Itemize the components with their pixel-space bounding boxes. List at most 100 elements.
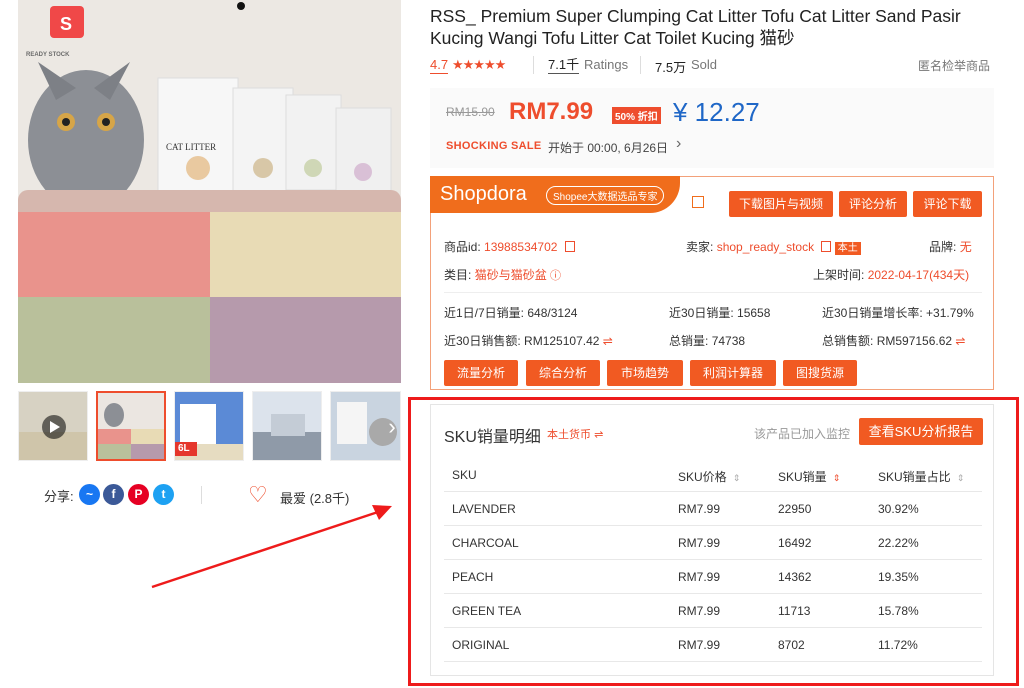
brand-label: 品牌:: [929, 240, 957, 254]
sale-price: RM7.99: [509, 98, 594, 125]
thumbnail-next-icon[interactable]: ›: [384, 412, 400, 442]
stat-30-day-growth: 近30日销量增长率: +31.79%: [822, 304, 974, 321]
stat-total-sales: 总销量: 74738: [669, 332, 745, 349]
currency-toggle[interactable]: 本土货币 ⇌: [547, 426, 603, 442]
copy-icon[interactable]: [564, 241, 575, 252]
thumbnail-2[interactable]: 6L: [174, 391, 244, 461]
table-divider: [444, 627, 982, 628]
facebook-icon[interactable]: f: [103, 484, 124, 505]
discount-badge: 50% 折扣: [612, 107, 661, 124]
sku-name: GREEN TEA: [452, 604, 522, 618]
chevron-right-icon[interactable]: ›: [676, 135, 681, 153]
category-row: 类目: 猫砂与猫砂盆 ⓘ: [444, 266, 561, 283]
sku-name: CHARCOAL: [452, 536, 519, 550]
sale-start-time: 开始于 00:00, 6月26日: [548, 141, 669, 155]
col-header-price[interactable]: SKU价格 ⇕: [678, 468, 740, 485]
review-download-button[interactable]: 评论下载: [913, 191, 982, 217]
profit-calculator-button[interactable]: 利润计算器: [690, 360, 776, 386]
col-header-share[interactable]: SKU销量占比 ⇕: [878, 468, 964, 485]
sku-price: RM7.99: [678, 502, 721, 516]
thumbnail-3[interactable]: [252, 391, 322, 461]
sku-price: RM7.99: [678, 638, 721, 652]
copy-icon[interactable]: [821, 241, 832, 252]
thumbnail-tag: 6L: [178, 443, 190, 454]
stat-value: +31.79%: [926, 306, 974, 320]
item-id-row: 商品id: 13988534702: [444, 238, 575, 255]
sku-sales: 11713: [778, 604, 811, 618]
listed-value: 2022-04-17(434天): [867, 268, 970, 282]
brand-value: 无: [959, 240, 972, 254]
stat-value: RM125107.42: [524, 334, 600, 348]
sku-share: 15.78%: [878, 604, 919, 618]
sku-share: 30.92%: [878, 502, 919, 516]
sku-name: LAVENDER: [452, 502, 516, 516]
stat-1-7-day-sales: 近1日/7日销量: 648/3124: [444, 304, 577, 321]
pinterest-icon[interactable]: P: [128, 484, 149, 505]
table-divider: [444, 559, 982, 560]
col-header-sku: SKU: [452, 468, 477, 482]
stat-30-day-revenue: 近30日销售额: RM125107.42 ⇌: [444, 332, 613, 349]
stat-value: 648/3124: [527, 306, 578, 320]
shopdora-tagline: Shopee大数据选品专家: [546, 186, 665, 205]
sku-price: RM7.99: [678, 536, 721, 550]
category-value[interactable]: 猫砂与猫砂盆: [475, 268, 547, 282]
favorite-count[interactable]: 最爱 (2.8千): [280, 488, 349, 507]
heart-icon[interactable]: ♡: [248, 484, 268, 506]
external-link-icon[interactable]: [692, 196, 704, 208]
review-analysis-button[interactable]: 评论分析: [839, 191, 907, 217]
sort-icon: ⇕: [832, 473, 841, 483]
stat-label: 近30日销售额:: [444, 334, 521, 348]
main-product-image[interactable]: CAT LITTER S READY STOCK: [18, 0, 401, 383]
ratings-label: Ratings: [584, 57, 629, 72]
rating-value[interactable]: 4.7: [430, 57, 449, 74]
cat-litter-photo: CAT LITTER S READY STOCK: [18, 0, 401, 383]
swap-icon[interactable]: ⇌: [603, 334, 613, 348]
thumbnail-1[interactable]: [96, 391, 166, 461]
download-media-button[interactable]: 下载图片与视频: [729, 191, 833, 217]
sku-sales: 16492: [778, 536, 812, 550]
twitter-icon[interactable]: t: [153, 484, 174, 505]
sku-share: 19.35%: [878, 570, 919, 584]
item-id-label: 商品id:: [444, 240, 481, 254]
stat-value: 74738: [711, 334, 746, 348]
info-icon[interactable]: ⓘ: [550, 270, 561, 282]
stat-30-day-sales: 近30日销量: 15658: [669, 304, 770, 321]
overall-analysis-button[interactable]: 综合分析: [526, 360, 600, 386]
traffic-analysis-button[interactable]: 流量分析: [444, 360, 518, 386]
swap-icon[interactable]: ⇌: [955, 334, 965, 348]
product-title: RSS_ Premium Super Clumping Cat Litter T…: [430, 6, 961, 48]
sku-share: 22.22%: [878, 536, 919, 550]
ratings-count[interactable]: 7.1千: [548, 57, 580, 74]
col-header-sales[interactable]: SKU销量 ⇕: [778, 468, 840, 485]
sku-share: 11.72%: [878, 638, 918, 652]
sku-sales: 8702: [778, 638, 805, 652]
shocking-sale-label: SHOCKING SALE: [446, 140, 542, 152]
listed-row: 上架时间: 2022-04-17(434天): [813, 266, 969, 283]
original-price: RM15.90: [446, 105, 495, 119]
thumbnail-video[interactable]: [18, 391, 88, 461]
report-product-link[interactable]: 匿名检举商品: [918, 57, 990, 74]
share-label: 分享:: [44, 489, 74, 504]
stat-total-revenue: 总销售额: RM597156.62 ⇌: [822, 332, 965, 349]
sku-price: RM7.99: [678, 570, 721, 584]
svg-text:S: S: [60, 14, 72, 34]
stat-value: 15658: [737, 306, 771, 320]
category-label: 类目:: [444, 268, 472, 282]
table-divider: [444, 525, 982, 526]
col-header-sales-label: SKU销量: [778, 470, 827, 484]
shopdora-logo: Shopdora: [440, 183, 527, 205]
messenger-icon[interactable]: ~: [79, 484, 100, 505]
market-trend-button[interactable]: 市场趋势: [607, 360, 683, 386]
brand-row: 品牌: 无: [929, 238, 972, 255]
stat-value: RM597156.62: [876, 334, 953, 348]
sort-icon: ⇕: [956, 473, 965, 483]
rating-stars-icon: ★★★★★: [452, 57, 506, 72]
item-id-value[interactable]: 13988534702: [484, 240, 557, 254]
seller-label: 卖家:: [686, 240, 714, 254]
sku-name: ORIGINAL: [452, 638, 510, 652]
sku-sales: 22950: [778, 502, 812, 516]
col-header-share-label: SKU销量占比: [878, 470, 951, 484]
image-search-button[interactable]: 图搜货源: [783, 360, 857, 386]
seller-value[interactable]: shop_ready_stock: [717, 240, 814, 254]
sku-report-button[interactable]: 查看SKU分析报告: [859, 418, 983, 445]
